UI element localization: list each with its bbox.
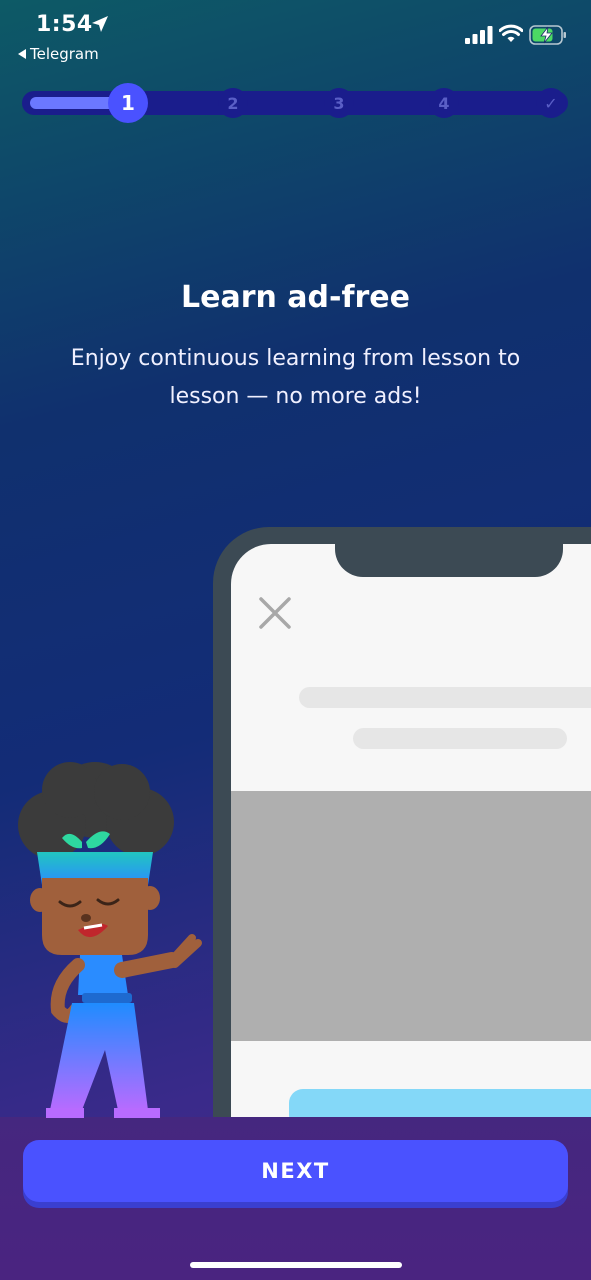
placeholder-line	[353, 728, 567, 749]
location-arrow-icon	[92, 16, 108, 32]
page-title: Learn ad-free	[180, 280, 410, 315]
character-illustration	[18, 762, 202, 1118]
back-to-telegram-link[interactable]: Telegram	[18, 45, 99, 63]
close-icon	[259, 597, 291, 629]
page-subtitle: Enjoy continuous learning from lesson to…	[70, 346, 521, 409]
step-3: 3	[324, 88, 354, 118]
step-complete-checkmark-icon: ✓	[536, 88, 566, 118]
phone-notch	[335, 527, 563, 577]
battery-charging-icon	[529, 25, 566, 45]
cellular-signal-icon	[465, 26, 493, 44]
next-button[interactable]: NEXT	[23, 1140, 568, 1202]
placeholder-line	[299, 687, 591, 708]
ad-placeholder-block	[231, 791, 591, 1041]
step-1: 1	[108, 83, 148, 123]
step-2: 2	[218, 88, 248, 118]
back-app-label: Telegram	[30, 45, 99, 63]
home-indicator	[190, 1262, 402, 1268]
back-triangle-icon	[18, 49, 26, 59]
step-4: 4	[429, 88, 459, 118]
status-time: 1:54	[36, 12, 93, 37]
wifi-icon	[499, 24, 523, 42]
